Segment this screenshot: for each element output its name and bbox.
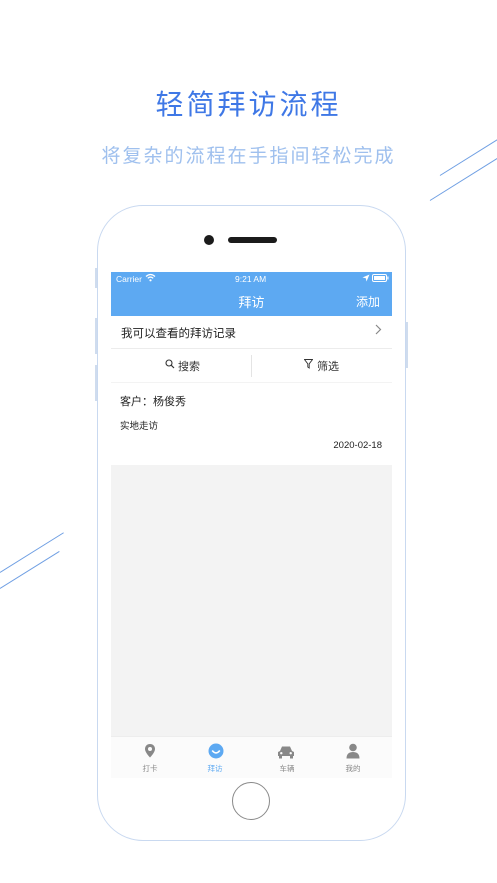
customer-name: 客户：杨俊秀: [120, 395, 186, 408]
funnel-icon: [303, 359, 314, 372]
tab-label: 车辆: [279, 764, 295, 773]
status-time: 9:21 AM: [235, 274, 267, 284]
location-arrow-icon: [362, 274, 370, 284]
add-button[interactable]: 添加: [356, 293, 380, 310]
visit-record-card[interactable]: 客户：杨俊秀 实地走访 2020-02-18: [111, 383, 392, 465]
carrier-label: Carrier: [116, 274, 142, 284]
tab-checkin[interactable]: 打卡: [115, 737, 185, 778]
speaker: [228, 237, 277, 243]
navigation-bar: Carrier 9:21 AM 拜访 添加: [111, 272, 392, 316]
promo-title: 轻简拜访流程: [155, 88, 342, 121]
side-button: [406, 322, 408, 368]
side-button: [95, 318, 97, 354]
app-screen: Carrier 9:21 AM 拜访 添加 我可以查看的拜访记录 搜索 筛选 客…: [111, 272, 392, 778]
filter-label: 筛选: [317, 360, 339, 373]
search-label: 搜索: [178, 360, 200, 373]
camera: [204, 235, 214, 245]
wifi-icon: [145, 273, 156, 284]
location-pin-icon: [143, 743, 157, 759]
decorative-line: [0, 550, 60, 589]
search-icon: [165, 359, 175, 372]
side-button: [95, 365, 97, 401]
visit-records-row[interactable]: 我可以查看的拜访记录: [111, 316, 392, 349]
search-filter-toolbar: 搜索 筛选: [111, 349, 392, 382]
promo-subtitle: 将复杂的流程在手指间轻松完成: [101, 145, 396, 167]
visit-date: 2020-02-18: [333, 440, 382, 451]
tab-mine[interactable]: 我的: [318, 737, 388, 778]
tab-bar: 打卡 拜访 车辆 我的: [111, 736, 392, 778]
tab-label: 打卡: [142, 764, 158, 773]
filter-button[interactable]: 筛选: [252, 349, 392, 382]
visit-method: 实地走访: [120, 421, 159, 432]
page-title: 拜访: [238, 296, 265, 311]
smile-icon: [208, 743, 224, 759]
tab-vehicles[interactable]: 车辆: [252, 737, 322, 778]
battery-icon: [372, 274, 389, 284]
home-button[interactable]: [232, 782, 270, 820]
person-icon: [346, 743, 360, 759]
car-icon: [277, 744, 294, 760]
tab-visit[interactable]: 拜访: [180, 737, 250, 778]
side-button: [95, 268, 97, 288]
tab-label: 我的: [345, 764, 361, 773]
search-button[interactable]: 搜索: [111, 349, 251, 382]
tab-label: 拜访: [207, 764, 223, 773]
visit-records-label: 我可以查看的拜访记录: [121, 326, 236, 340]
chevron-right-icon: [375, 324, 382, 338]
